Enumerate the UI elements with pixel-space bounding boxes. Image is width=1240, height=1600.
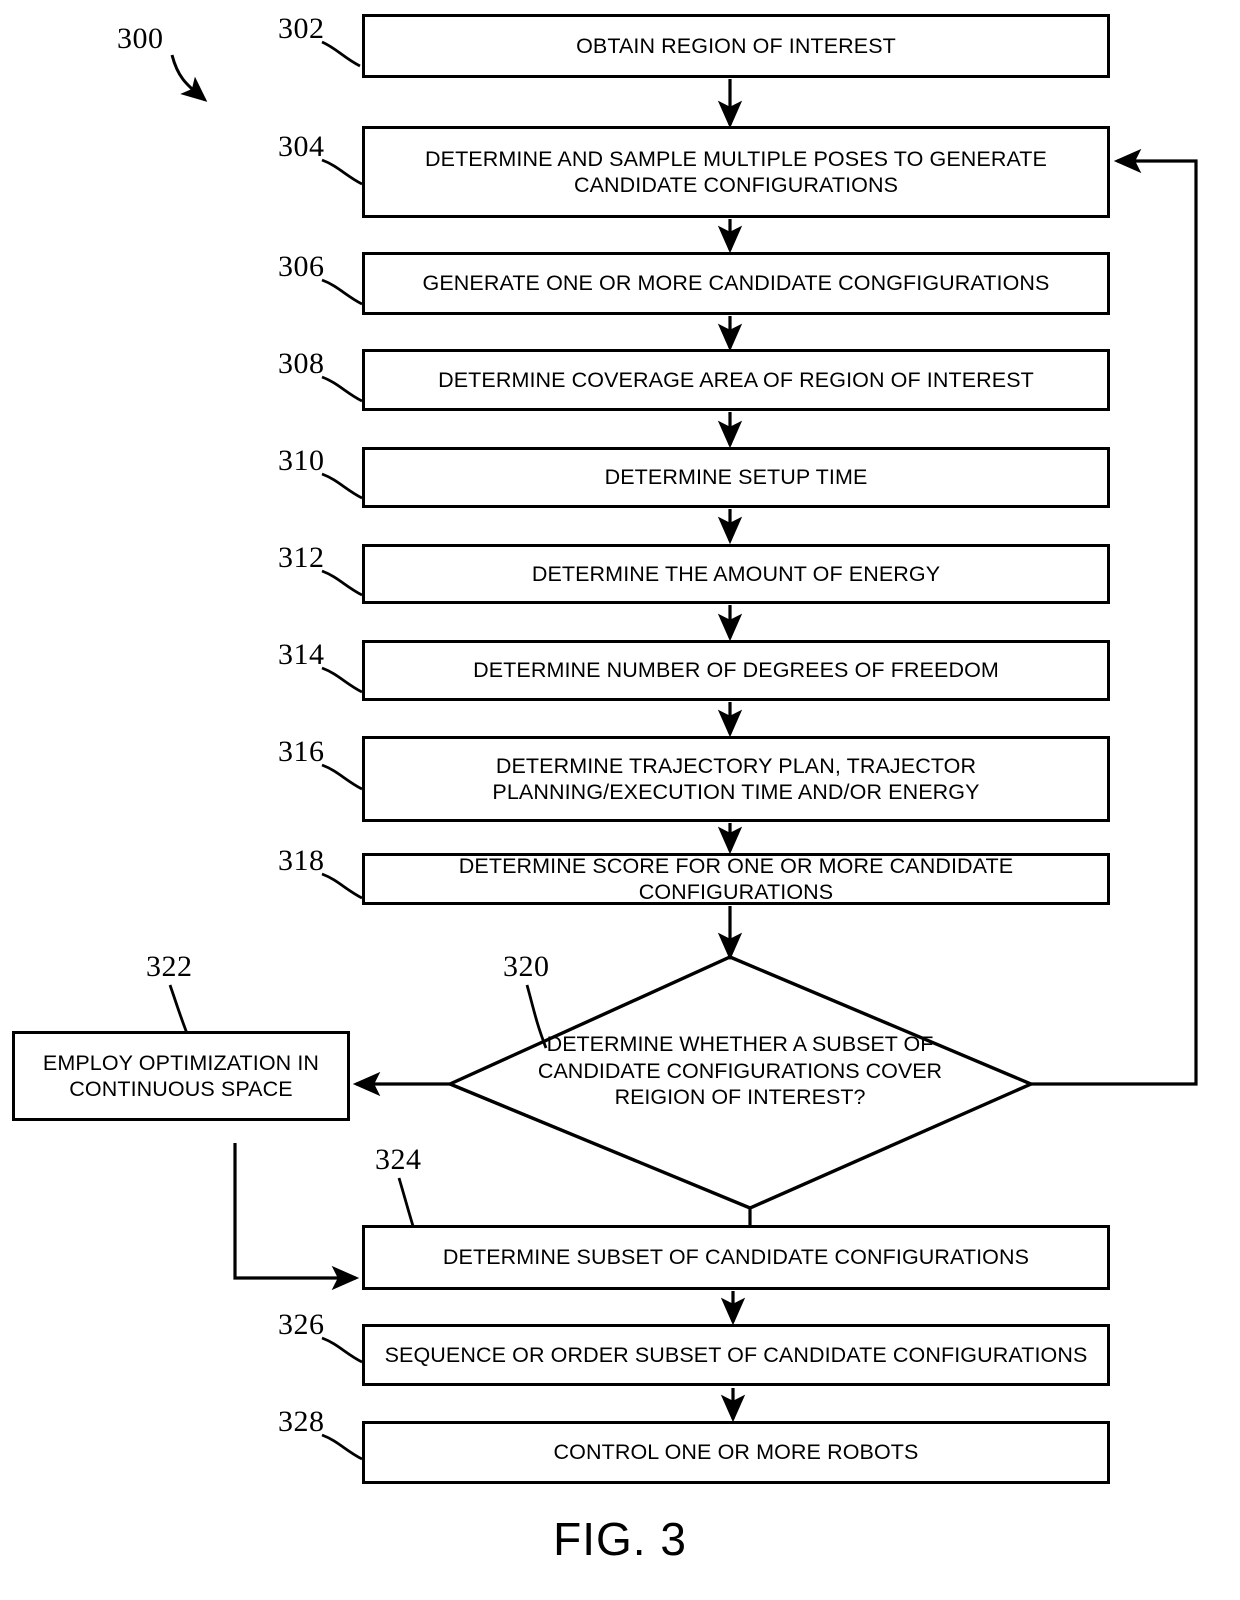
ref-label-328: 328 (278, 1405, 325, 1438)
process-box-306[interactable]: GENERATE ONE OR MORE CANDIDATE CONGFIGUR… (362, 252, 1110, 315)
ref-label-322: 322 (146, 950, 193, 983)
leader-306 (321, 278, 363, 306)
process-box-316[interactable]: DETERMINE TRAJECTORY PLAN, TRAJECTOR PLA… (362, 736, 1110, 822)
process-box-304[interactable]: DETERMINE AND SAMPLE MULTIPLE POSES TO G… (362, 126, 1110, 218)
flowchart-figure: 300 302 304 306 308 310 312 314 316 318 … (0, 0, 1240, 1600)
ref-label-306: 306 (278, 250, 325, 283)
ref-label-314: 314 (278, 638, 325, 671)
process-box-324[interactable]: DETERMINE SUBSET OF CANDIDATE CONFIGURAT… (362, 1225, 1110, 1290)
process-box-326[interactable]: SEQUENCE OR ORDER SUBSET OF CANDIDATE CO… (362, 1324, 1110, 1386)
ref-label-310: 310 (278, 444, 325, 477)
leader-302 (321, 40, 361, 68)
ref-label-304: 304 (278, 130, 325, 163)
leader-304 (321, 158, 363, 186)
leader-318 (321, 872, 363, 900)
ref-label-300: 300 (117, 22, 164, 55)
process-box-322[interactable]: EMPLOY OPTIMIZATION IN CONTINUOUS SPACE (12, 1031, 350, 1121)
leader-312 (321, 569, 363, 597)
ref-label-318: 318 (278, 844, 325, 877)
process-box-328[interactable]: CONTROL ONE OR MORE ROBOTS (362, 1421, 1110, 1484)
process-box-308[interactable]: DETERMINE COVERAGE AREA OF REGION OF INT… (362, 349, 1110, 411)
ref-label-312: 312 (278, 541, 325, 574)
leader-310 (321, 472, 363, 500)
ref-label-302: 302 (278, 12, 325, 45)
leader-308 (321, 375, 363, 403)
leader-328 (321, 1433, 363, 1461)
leader-300 (170, 54, 208, 102)
process-box-310[interactable]: DETERMINE SETUP TIME (362, 447, 1110, 508)
leader-316 (321, 763, 363, 791)
process-box-318[interactable]: DETERMINE SCORE FOR ONE OR MORE CANDIDAT… (362, 853, 1110, 905)
process-box-302[interactable]: OBTAIN REGION OF INTEREST (362, 14, 1110, 78)
decision-label-320[interactable]: DETERMINE WHETHER A SUBSET OF CANDIDATE … (520, 1031, 960, 1111)
figure-caption: FIG. 3 (553, 1513, 687, 1565)
ref-label-324: 324 (375, 1143, 422, 1176)
arrow-322-324 (233, 1143, 360, 1291)
ref-label-308: 308 (278, 347, 325, 380)
leader-314 (321, 666, 363, 694)
ref-label-320: 320 (503, 950, 550, 983)
ref-label-316: 316 (278, 735, 325, 768)
process-box-314[interactable]: DETERMINE NUMBER OF DEGREES OF FREEDOM (362, 640, 1110, 701)
process-box-312[interactable]: DETERMINE THE AMOUNT OF ENERGY (362, 544, 1110, 604)
ref-label-326: 326 (278, 1308, 325, 1341)
leader-326 (321, 1336, 363, 1364)
